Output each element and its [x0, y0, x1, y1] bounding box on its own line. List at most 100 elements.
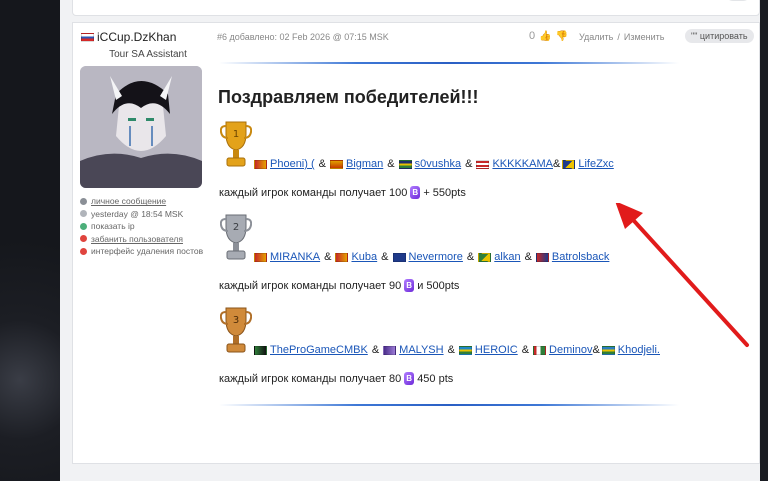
team-flag-icon [458, 345, 472, 355]
gold-trophy-icon: 1 [220, 121, 252, 167]
team-flag-icon [335, 252, 349, 262]
actions-separator: / [617, 32, 620, 42]
prize-prefix: каждый игрок команды получает 90 [219, 279, 402, 292]
last-seen-text: yesterday @ 18:54 MSK [91, 208, 184, 219]
meta-ban-user[interactable]: забанить пользователя [80, 233, 203, 246]
meta-last-seen: yesterday @ 18:54 MSK [80, 208, 203, 221]
team-link[interactable]: Nevermore [409, 251, 463, 263]
post-header: #6 добавлено: 02 Feb 2026 @ 07:15 MSK [217, 32, 389, 42]
team-flag-icon [329, 159, 343, 169]
bottom-divider [219, 404, 679, 406]
team-flag-icon [254, 252, 267, 262]
prize-text-3: каждый игрок команды получает 80 B 450 p… [219, 372, 453, 385]
ampersand: & [466, 251, 475, 263]
team-link[interactable]: Kuba [351, 251, 377, 263]
scroll-top-button[interactable] [725, 0, 751, 1]
ampersand: & [371, 344, 380, 356]
team-link[interactable]: LifeZxc [578, 158, 613, 170]
team-link[interactable]: s0vushka [415, 158, 461, 170]
previous-post-card [72, 0, 760, 16]
vote-count: 0 [529, 30, 536, 42]
team-flag-icon [476, 159, 490, 169]
post-title: Поздравляем победителей!!! [218, 87, 479, 107]
team-link[interactable]: Bigman [346, 158, 383, 170]
ampersand: & [318, 158, 326, 170]
ampersand: & [521, 344, 530, 356]
team-link[interactable]: MALYSH [399, 344, 443, 356]
winners-row-3: TheProGameCMBK & MALYSH & HEROIC & Demin… [254, 344, 660, 356]
silver-trophy-icon: 2 [220, 214, 252, 260]
team-flag-icon [254, 345, 267, 355]
quote-button[interactable]: "" цитировать [685, 29, 754, 43]
team-flag-icon [392, 252, 406, 262]
team-flag-icon [562, 159, 576, 169]
prize-text-2: каждый игрок команды получает 90 B и 500… [219, 279, 459, 292]
ip-icon [80, 222, 87, 230]
team-link[interactable]: Batrolsback [552, 251, 609, 263]
delete-icon [80, 247, 87, 255]
red-annotation-arrow-icon [615, 203, 749, 347]
author-name[interactable]: iCCup.DzKhan [81, 30, 176, 44]
prize-prefix: каждый игрок команды получает 100 [219, 186, 408, 199]
quote-label: цитировать [699, 31, 748, 41]
vote-controls: 0 👍 👎 [529, 30, 568, 42]
team-link[interactable]: alkan [494, 251, 520, 263]
prize-suffix: и 500pts [417, 279, 460, 292]
delete-button[interactable]: Удалить [579, 32, 613, 42]
ampersand: & [552, 158, 561, 170]
author-meta-list: личное сообщение yesterday @ 18:54 MSK п… [80, 195, 203, 258]
team-flag-icon [478, 252, 492, 262]
delete-posts-text[interactable]: интерфейс удаления постов [91, 246, 203, 256]
team-link[interactable]: Phoeni) ( [270, 158, 315, 170]
ampersand: & [447, 344, 455, 356]
author-role: Tour SA Assistant [109, 49, 187, 60]
message-icon [80, 197, 87, 205]
author-name-text[interactable]: iCCup.DzKhan [97, 30, 176, 44]
ampersand: & [465, 158, 473, 170]
thumb-up-icon[interactable]: 👍 [539, 31, 551, 42]
svg-text:3: 3 [233, 315, 239, 326]
coin-icon: B [404, 372, 415, 385]
team-link[interactable]: MIRANKA [270, 251, 320, 263]
clock-icon [80, 210, 87, 218]
team-link[interactable]: KKKKKAMA [492, 158, 553, 170]
ampersand: & [324, 251, 332, 263]
prize-text-1: каждый игрок команды получает 100 B + 55… [219, 186, 466, 199]
meta-private-message[interactable]: личное сообщение [80, 195, 203, 208]
forum-page: iCCup.DzKhan Tour SA Assistant личное со… [60, 0, 760, 481]
team-link[interactable]: TheProGameCMBK [270, 344, 368, 356]
edit-button[interactable]: Изменить [624, 32, 665, 42]
ampersand: & [592, 344, 600, 356]
show-ip-text[interactable]: показать ip [91, 221, 135, 231]
prize-prefix: каждый игрок команды получает 80 [219, 372, 402, 385]
team-flag-icon [383, 345, 397, 355]
team-flag-icon [398, 159, 412, 169]
top-divider [219, 62, 679, 64]
forum-post: iCCup.DzKhan Tour SA Assistant личное со… [72, 22, 760, 464]
winners-row-2: MIRANKA & Kuba & Nevermore & alkan & Bat… [254, 251, 609, 263]
prize-suffix: 450 pts [417, 372, 454, 385]
post-actions: Удалить / Изменить [579, 32, 665, 42]
coin-icon: B [404, 279, 415, 292]
ban-icon [80, 235, 87, 243]
page-background-left [0, 0, 60, 481]
meta-show-ip[interactable]: показать ip [80, 220, 203, 233]
svg-text:2: 2 [233, 222, 239, 233]
coin-icon: B [410, 186, 421, 199]
ru-flag-icon [81, 32, 94, 42]
team-link[interactable]: Deminov [549, 344, 592, 356]
team-flag-icon [535, 252, 549, 262]
private-message-link[interactable]: личное сообщение [91, 196, 166, 206]
team-link[interactable]: HEROIC [475, 344, 518, 356]
thumb-down-icon[interactable]: 👎 [556, 31, 568, 42]
ampersand: & [387, 158, 395, 170]
avatar [80, 66, 202, 188]
ampersand: & [524, 251, 532, 263]
team-flag-icon [254, 159, 267, 169]
svg-text:1: 1 [233, 129, 239, 140]
quote-icon: "" [691, 31, 698, 41]
meta-delete-posts[interactable]: интерфейс удаления постов [80, 245, 203, 258]
team-flag-icon [533, 345, 547, 355]
ban-user-link[interactable]: забанить пользователя [91, 234, 183, 244]
prize-suffix: + 550pts [423, 186, 466, 199]
